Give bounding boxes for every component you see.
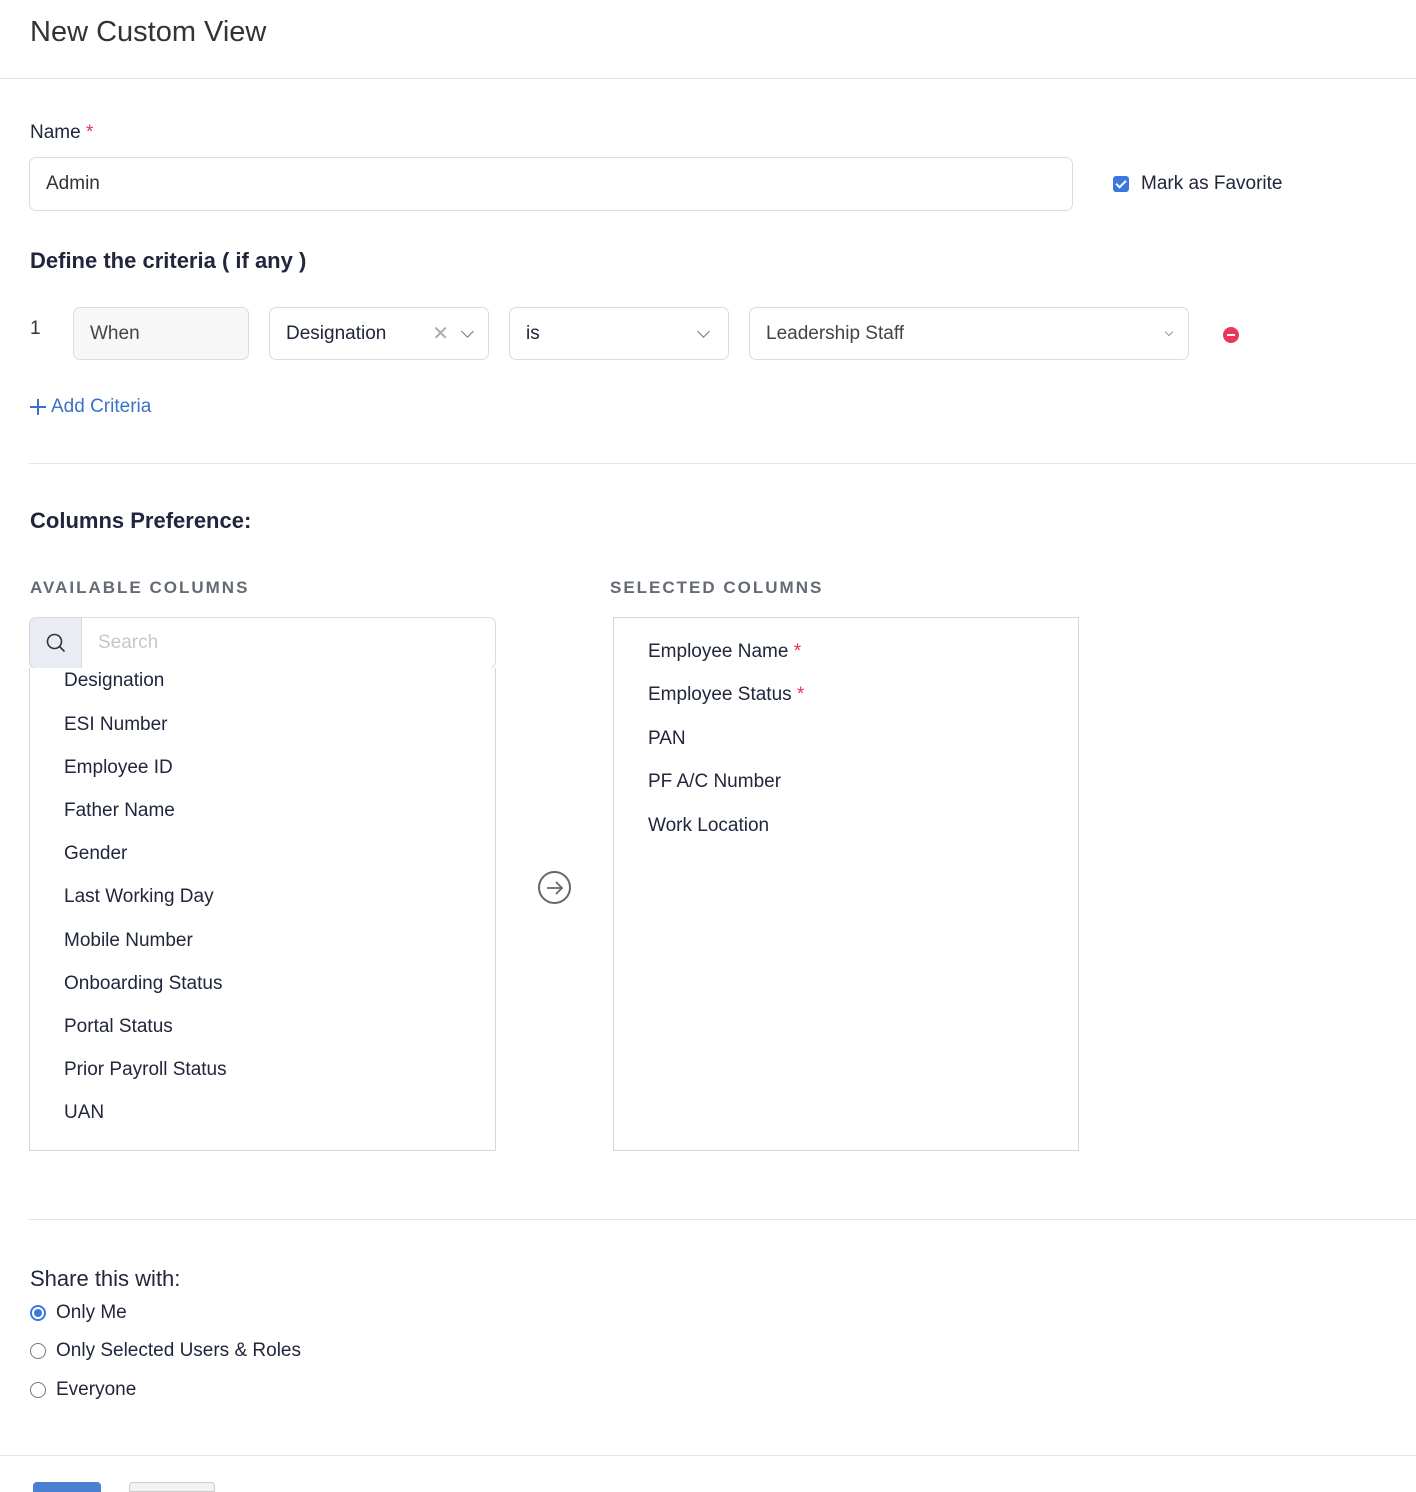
criteria-heading: Define the criteria ( if any ): [30, 248, 307, 273]
list-item[interactable]: PF A/C Number: [648, 771, 781, 793]
item-label: Employee Name: [648, 641, 789, 662]
list-item[interactable]: Work Location: [648, 815, 769, 837]
item-label: PAN: [648, 728, 686, 749]
add-criteria-link[interactable]: Add Criteria: [29, 396, 151, 418]
list-item[interactable]: PAN: [648, 728, 686, 750]
required-mark: *: [85, 122, 94, 143]
list-item[interactable]: Designation: [64, 670, 164, 692]
list-item[interactable]: Gender: [64, 843, 127, 865]
remove-criteria-icon[interactable]: [1223, 327, 1239, 343]
search-button[interactable]: [29, 617, 82, 669]
section-divider: [29, 1219, 1416, 1220]
value-text: Leadership Staff: [766, 322, 905, 344]
column-search: [29, 617, 496, 669]
available-columns-label: AVAILABLE COLUMNS: [30, 578, 250, 597]
option-label: Everyone: [56, 1379, 137, 1400]
chevron-down-icon[interactable]: [697, 324, 710, 338]
mark-favorite-toggle[interactable]: Mark as Favorite: [1113, 173, 1282, 195]
footer-divider: [0, 1455, 1416, 1456]
criteria-value-select[interactable]: Leadership Staff: [749, 307, 1189, 360]
criteria-field-select[interactable]: Designation ✕: [269, 307, 489, 360]
option-label: Only Me: [56, 1302, 127, 1323]
list-item[interactable]: Portal Status: [64, 1016, 173, 1038]
add-criteria-label: Add Criteria: [51, 396, 152, 417]
section-divider: [29, 463, 1416, 464]
search-icon: [46, 633, 65, 653]
field-text: Designation: [286, 322, 387, 344]
share-option-everyone[interactable]: Everyone: [30, 1379, 136, 1401]
chevron-down-icon[interactable]: [1164, 327, 1174, 337]
list-item[interactable]: Employee Name *: [648, 641, 801, 663]
required-mark: *: [796, 684, 805, 705]
name-input[interactable]: Admin: [29, 157, 1073, 211]
connector-text: When: [90, 322, 140, 344]
name-label: Name *: [30, 122, 93, 144]
radio-selected[interactable]: [30, 1305, 46, 1321]
operator-text: is: [526, 322, 540, 344]
clear-icon[interactable]: ✕: [432, 321, 449, 346]
item-label: PF A/C Number: [648, 771, 782, 792]
available-columns-list[interactable]: Designation ESI Number Employee ID Fathe…: [29, 668, 496, 1151]
list-item[interactable]: Employee Status *: [648, 684, 804, 706]
favorite-label: Mark as Favorite: [1141, 173, 1283, 194]
columns-heading: Columns Preference:: [30, 508, 252, 533]
criteria-operator-select[interactable]: is: [509, 307, 729, 360]
list-item[interactable]: ESI Number: [64, 714, 167, 736]
criteria-index: 1: [30, 318, 41, 339]
chevron-down-icon[interactable]: [461, 324, 474, 338]
list-item[interactable]: Prior Payroll Status: [64, 1059, 227, 1081]
share-option-selected-users[interactable]: Only Selected Users & Roles: [30, 1340, 301, 1362]
radio[interactable]: [30, 1343, 46, 1359]
selected-columns-list[interactable]: Employee Name * Employee Status * PAN PF…: [613, 617, 1079, 1151]
radio[interactable]: [30, 1382, 46, 1398]
plus-icon: [30, 399, 46, 415]
selected-columns-label: SELECTED COLUMNS: [610, 578, 824, 597]
arrow-right-icon: [546, 880, 563, 895]
move-to-selected-button[interactable]: [538, 871, 571, 904]
option-label: Only Selected Users & Roles: [56, 1340, 301, 1361]
required-mark: *: [793, 641, 802, 662]
item-label: Work Location: [648, 815, 770, 836]
list-item[interactable]: Father Name: [64, 800, 175, 822]
header-divider: [0, 78, 1416, 79]
list-item[interactable]: Last Working Day: [64, 886, 214, 908]
share-heading: Share this with:: [30, 1266, 181, 1291]
name-label-text: Name: [30, 122, 81, 143]
search-input[interactable]: [82, 617, 496, 669]
criteria-connector: When: [73, 307, 249, 360]
list-item[interactable]: Mobile Number: [64, 930, 193, 952]
share-option-only-me[interactable]: Only Me: [30, 1302, 127, 1324]
list-item[interactable]: Employee ID: [64, 757, 173, 779]
item-label: Employee Status: [648, 684, 792, 705]
list-item[interactable]: Onboarding Status: [64, 973, 222, 995]
list-item[interactable]: UAN: [64, 1102, 104, 1124]
page-title: New Custom View: [30, 16, 267, 48]
favorite-checkbox[interactable]: [1113, 176, 1129, 192]
